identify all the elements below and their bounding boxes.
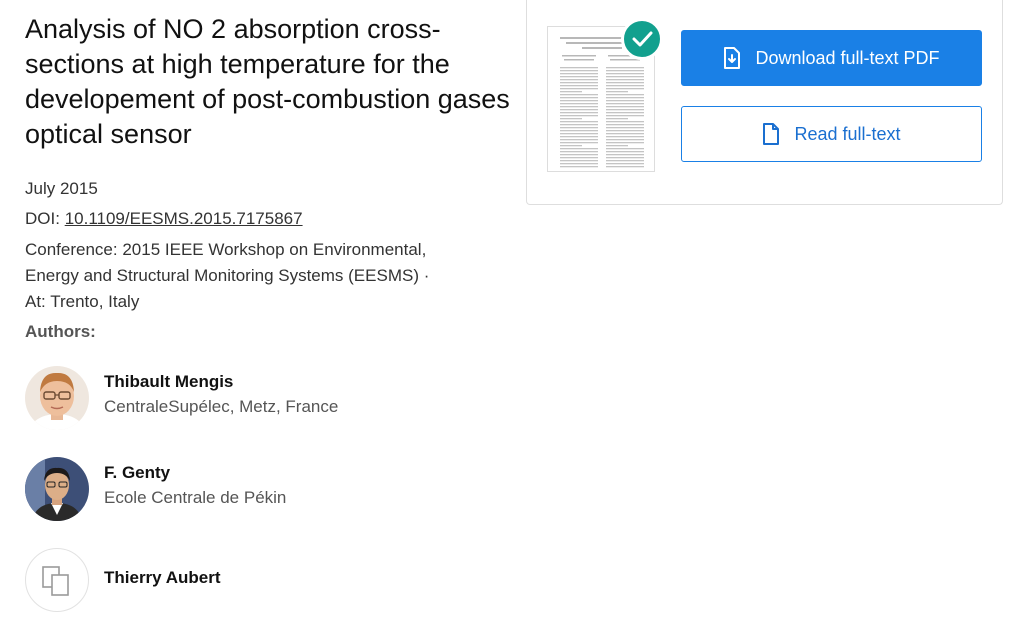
author-name[interactable]: F. Genty (104, 463, 170, 483)
thumbnail-text-line (606, 133, 644, 135)
author-affiliation: Ecole Centrale de Pékin (104, 488, 287, 507)
doi-line: DOI: 10.1109/EESMS.2015.7175867 (25, 206, 303, 232)
thumbnail-text-line (560, 85, 598, 87)
conference-line: Conference: 2015 IEEE Workshop on Enviro… (25, 240, 427, 259)
thumbnail-text-line (606, 85, 644, 87)
author-item[interactable]: F. Genty Ecole Centrale de Pékin (25, 457, 485, 521)
thumbnail-text-line (560, 121, 598, 123)
thumbnail-text-line (560, 142, 598, 144)
thumbnail-text-line (560, 94, 598, 96)
thumbnail-text-line (560, 76, 598, 78)
thumbnail-text-line (560, 79, 598, 81)
thumbnail-text-line (606, 166, 644, 168)
thumbnail-text-line (560, 67, 598, 69)
thumbnail-text-line (606, 112, 644, 114)
thumbnail-text-line (560, 73, 598, 75)
thumbnail-text-line (606, 124, 644, 126)
download-pdf-icon (724, 47, 741, 69)
thumbnail-text-line (560, 157, 598, 159)
publication-date: July 2015 (25, 179, 98, 198)
thumbnail-text-line (560, 127, 598, 129)
thumbnail-text-line (560, 103, 598, 105)
read-fulltext-label: Read full-text (794, 123, 901, 144)
placeholder-avatar-icon (42, 566, 69, 596)
thumbnail-text-line (606, 145, 628, 147)
thumbnail-text-line (606, 115, 644, 117)
thumbnail-text-line (606, 82, 644, 84)
thumbnail-text-line (560, 115, 598, 117)
thumbnail-text-line (606, 88, 644, 90)
thumbnail-text-line (560, 148, 598, 150)
thumbnail-text-line (606, 157, 644, 159)
thumbnail-text-line (606, 130, 644, 132)
download-pdf-label: Download full-text PDF (755, 47, 940, 68)
available-badge (621, 18, 663, 60)
checkmark-icon (632, 31, 653, 47)
fulltext-card: Download full-text PDF Read full-text (526, 0, 1003, 205)
thumbnail-text-line (560, 130, 598, 132)
thumbnail-text-line (606, 73, 644, 75)
author-item[interactable]: Thierry Aubert (25, 548, 485, 612)
thumbnail-text-line (606, 151, 644, 153)
thumbnail-text-line (560, 154, 598, 156)
thumbnail-text-line (606, 139, 644, 141)
thumbnail-text-line (560, 106, 598, 108)
thumbnail-text-line (560, 88, 598, 90)
thumbnail-text-line (606, 121, 644, 123)
thumbnail-text-line (606, 160, 644, 162)
thumbnail-text-line (560, 109, 598, 111)
thumbnail-text-line (606, 97, 644, 99)
thumbnail-text-line (560, 82, 598, 84)
author-item[interactable]: Thibault Mengis CentraleSupélec, Metz, F… (25, 366, 485, 430)
thumbnail-text-line (606, 76, 644, 78)
thumbnail-text-line (606, 70, 644, 72)
thumbnail-text-line (560, 133, 598, 135)
author-affiliation: CentraleSupélec, Metz, France (104, 397, 339, 416)
conference-info: Conference: 2015 IEEE Workshop on Enviro… (25, 237, 495, 315)
thumbnail-text-line (606, 127, 644, 129)
author-name[interactable]: Thierry Aubert (104, 568, 221, 588)
avatar[interactable] (25, 366, 89, 430)
thumbnail-text-line (606, 154, 644, 156)
thumbnail-text-line (606, 100, 644, 102)
download-pdf-button[interactable]: Download full-text PDF (681, 30, 982, 86)
thumbnail-text-line (606, 106, 644, 108)
thumbnail-text-line (606, 109, 644, 111)
thumbnail-text-line (606, 103, 644, 105)
doi-label: DOI: (25, 209, 60, 228)
thumbnail-text-line (606, 79, 644, 81)
thumbnail-text-line (606, 67, 644, 69)
thumbnail-text-line (560, 163, 598, 165)
thumbnail-text-line (606, 163, 644, 165)
thumbnail-text-line (560, 124, 598, 126)
thumbnail-text-line (560, 145, 582, 147)
thumbnail-text-line (560, 136, 598, 138)
thumbnail-text-line (560, 151, 598, 153)
thumbnail-text-line (606, 91, 628, 93)
thumbnail-text-line (560, 166, 598, 168)
thumbnail-text-line (606, 118, 628, 120)
thumbnail-text-line (560, 160, 598, 162)
thumbnail-text-line (560, 118, 582, 120)
conference-location: At: Trento, Italy (25, 292, 140, 311)
conference-line: Energy and Structural Monitoring Systems… (25, 266, 430, 285)
read-fulltext-button[interactable]: Read full-text (681, 106, 982, 162)
thumbnail-text-line (606, 148, 644, 150)
thumbnail-text-line (606, 136, 644, 138)
doi-link[interactable]: 10.1109/EESMS.2015.7175867 (65, 209, 303, 228)
thumbnail-text-line (560, 100, 598, 102)
author-name[interactable]: Thibault Mengis (104, 372, 233, 392)
thumbnail-text-line (560, 91, 582, 93)
avatar[interactable] (25, 457, 89, 521)
thumbnail-text-line (560, 70, 598, 72)
thumbnail-text-line (606, 94, 644, 96)
thumbnail-text-line (560, 97, 598, 99)
thumbnail-text-line (560, 112, 598, 114)
thumbnail-text-line (560, 139, 598, 141)
thumbnail-text-line (606, 142, 644, 144)
avatar[interactable] (25, 548, 89, 612)
paper-title: Analysis of NO 2 absorption cross-sectio… (25, 14, 510, 149)
document-icon (763, 123, 780, 145)
authors-heading: Authors: (25, 322, 96, 341)
